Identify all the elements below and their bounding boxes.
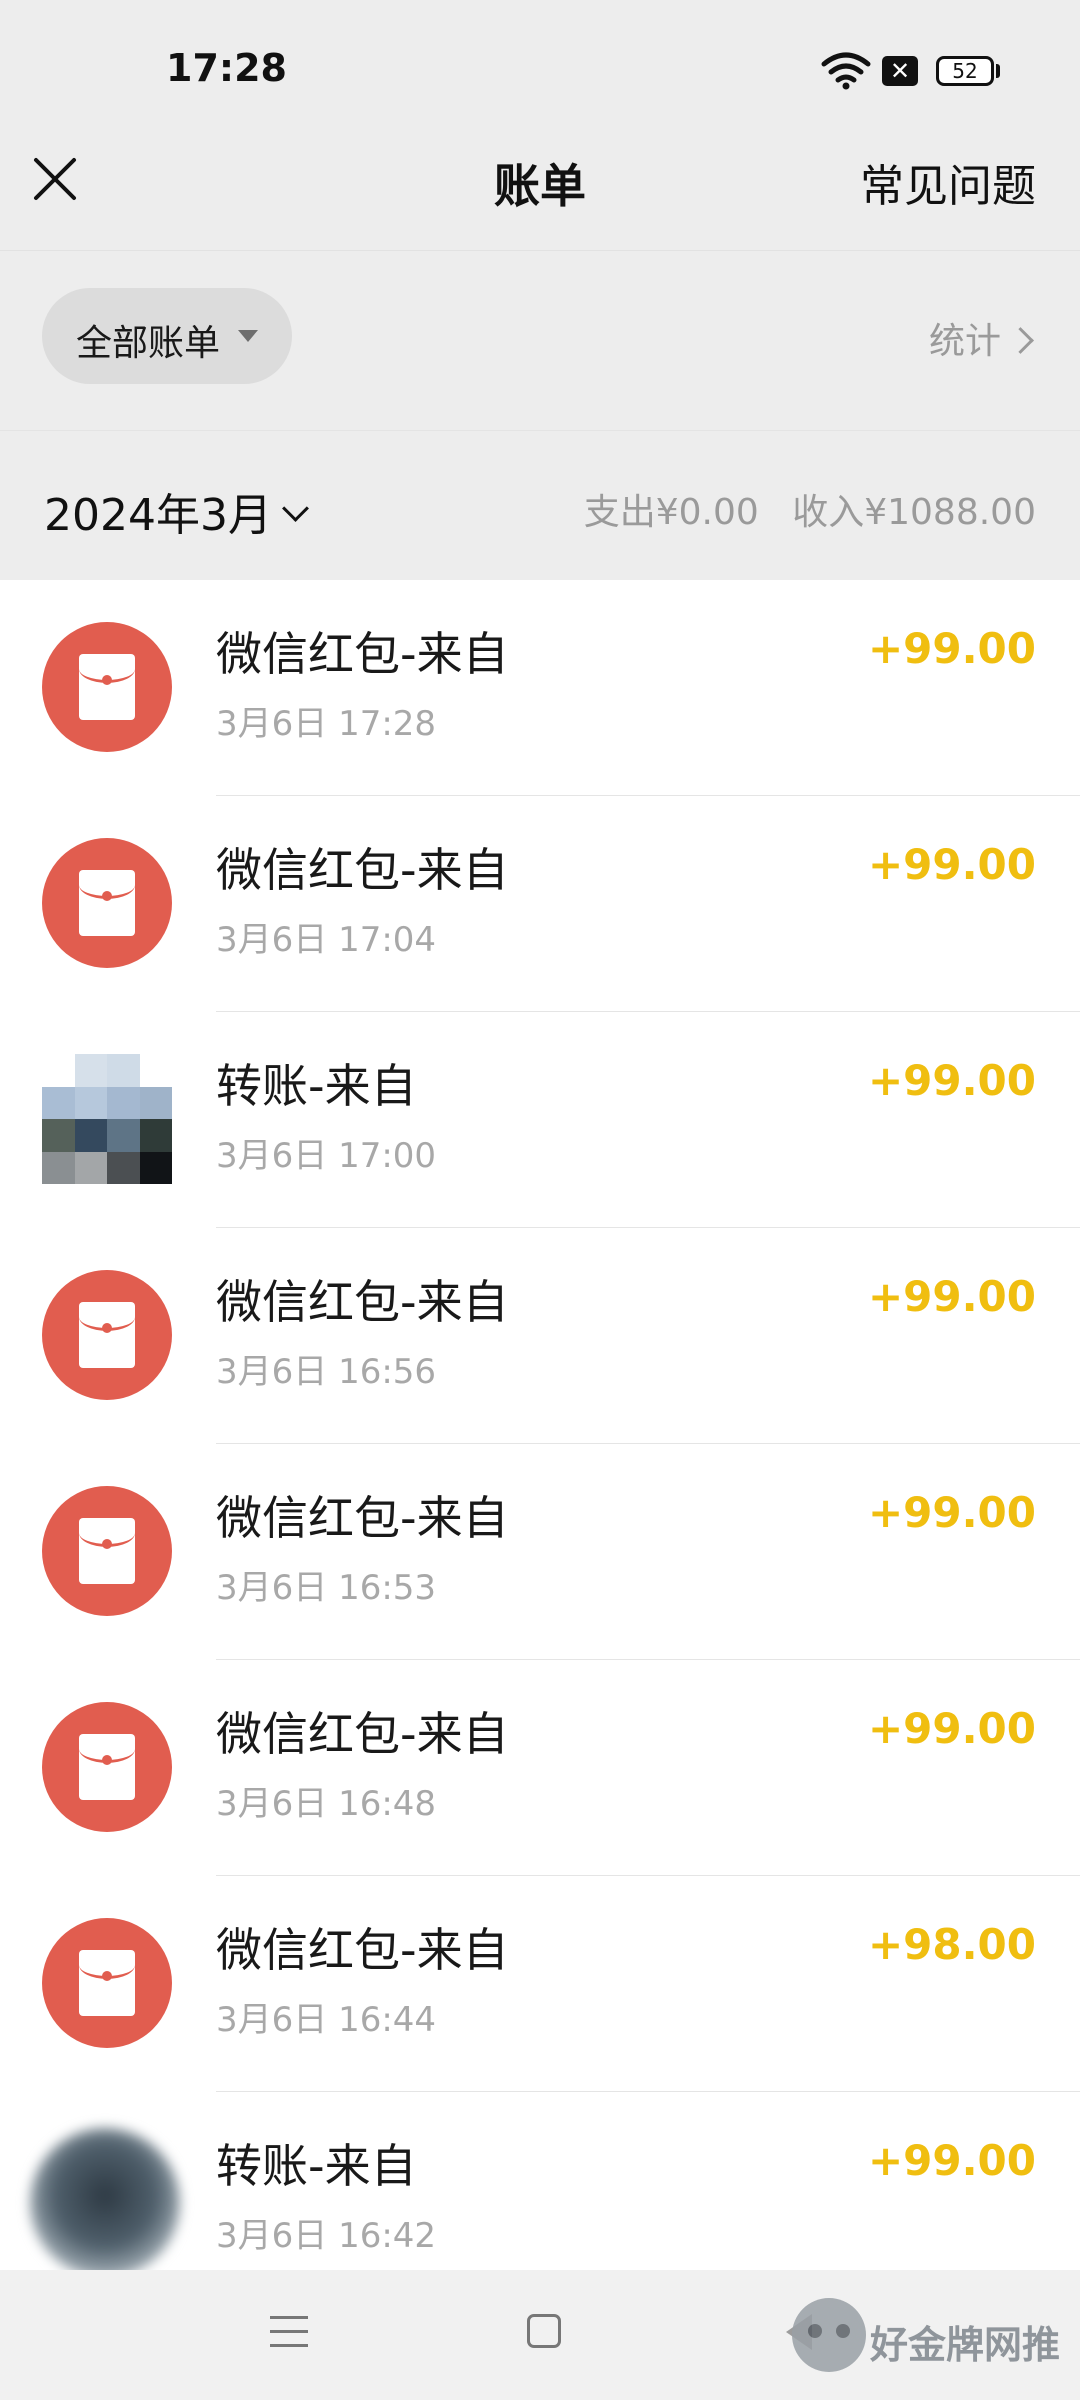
transaction-list: 微信红包-来自 3月6日 17:28 +99.00 微信红包-来自 3月6日 1… [0,580,1080,2270]
transaction-time: 3月6日 17:04 [216,920,437,960]
red-packet-icon [42,1270,172,1400]
red-packet-icon [42,622,172,752]
home-icon[interactable] [527,2314,561,2348]
avatar [42,1054,172,1184]
watermark-text: 好金牌网推 [870,2323,1061,2367]
transaction-amount: +99.00 [867,1704,1036,1753]
transaction-time: 3月6日 17:00 [216,1136,437,1176]
stats-label: 统计 [928,321,1001,362]
transaction-row[interactable]: 微信红包-来自 3月6日 16:56 +99.00 [0,1228,1080,1444]
transaction-time: 3月6日 17:28 [216,704,437,744]
month-totals: 支出¥0.00 收入¥1088.00 [562,483,1036,535]
month-label: 2024年3月 [44,490,272,541]
battery-tip [996,64,1000,78]
transaction-time: 3月6日 16:42 [216,2216,437,2256]
chevron-right-icon [1007,326,1034,354]
transaction-title: 微信红包-来自 [216,1491,509,1545]
avatar [30,2128,180,2270]
transaction-amount: +99.00 [867,1488,1036,1537]
status-time: 17:28 [166,46,287,90]
menu-icon[interactable] [270,2316,308,2350]
caret-down-icon [238,330,258,342]
transaction-time: 3月6日 16:44 [216,2000,437,2040]
transaction-time: 3月6日 16:48 [216,1784,437,1824]
transaction-row[interactable]: 微信红包-来自 3月6日 17:04 +99.00 [0,796,1080,1012]
watermark: 好金牌网推 [792,2290,1080,2390]
transaction-amount: +99.00 [867,624,1036,673]
wifi-icon [821,52,871,90]
status-bar: 17:28 ✕ 52 [0,0,1080,140]
notification-icon: ✕ [882,56,918,86]
transaction-row[interactable]: 微信红包-来自 3月6日 16:48 +99.00 [0,1660,1080,1876]
transaction-title: 微信红包-来自 [216,1923,509,1977]
transaction-title: 转账-来自 [216,2139,417,2193]
header-divider [0,250,1080,251]
transaction-title: 微信红包-来自 [216,627,509,681]
month-summary-bar: 2024年3月 支出¥0.00 收入¥1088.00 [0,430,1080,581]
transaction-row[interactable]: 微信红包-来自 3月6日 16:44 +98.00 [0,1876,1080,2092]
red-packet-icon [42,1918,172,2048]
watermark-logo-icon [792,2298,866,2372]
transaction-amount: +99.00 [867,2136,1036,2185]
transaction-amount: +98.00 [867,1920,1036,1969]
transaction-row[interactable]: 微信红包-来自 3月6日 16:53 +99.00 [0,1444,1080,1660]
expense-total: 支出¥0.00 [583,492,759,533]
stats-link[interactable]: 统计 [928,312,1034,364]
transaction-amount: +99.00 [867,1272,1036,1321]
transaction-title: 微信红包-来自 [216,843,509,897]
red-packet-icon [42,1486,172,1616]
transaction-row[interactable]: 微信红包-来自 3月6日 17:28 +99.00 [0,580,1080,796]
red-packet-icon [42,838,172,968]
transaction-title: 微信红包-来自 [216,1707,509,1761]
battery-icon: 52 [936,56,994,86]
red-packet-icon [42,1702,172,1832]
transaction-time: 3月6日 16:53 [216,1568,437,1608]
transaction-row[interactable]: 转账-来自 3月6日 17:00 +99.00 [0,1012,1080,1228]
bill-filter-dropdown[interactable]: 全部账单 [42,288,292,384]
transaction-title: 转账-来自 [216,1059,417,1113]
transaction-amount: +99.00 [867,840,1036,889]
chevron-down-icon [282,494,309,522]
transaction-title: 微信红包-来自 [216,1275,509,1329]
month-selector[interactable]: 2024年3月 [44,479,309,543]
income-total: 收入¥1088.00 [792,492,1036,533]
transaction-time: 3月6日 16:56 [216,1352,437,1392]
filter-label: 全部账单 [76,323,221,364]
transaction-row[interactable]: 转账-来自 3月6日 16:42 +99.00 [0,2092,1080,2270]
transaction-amount: +99.00 [867,1056,1036,1105]
faq-button[interactable]: 常见问题 [860,150,1036,214]
